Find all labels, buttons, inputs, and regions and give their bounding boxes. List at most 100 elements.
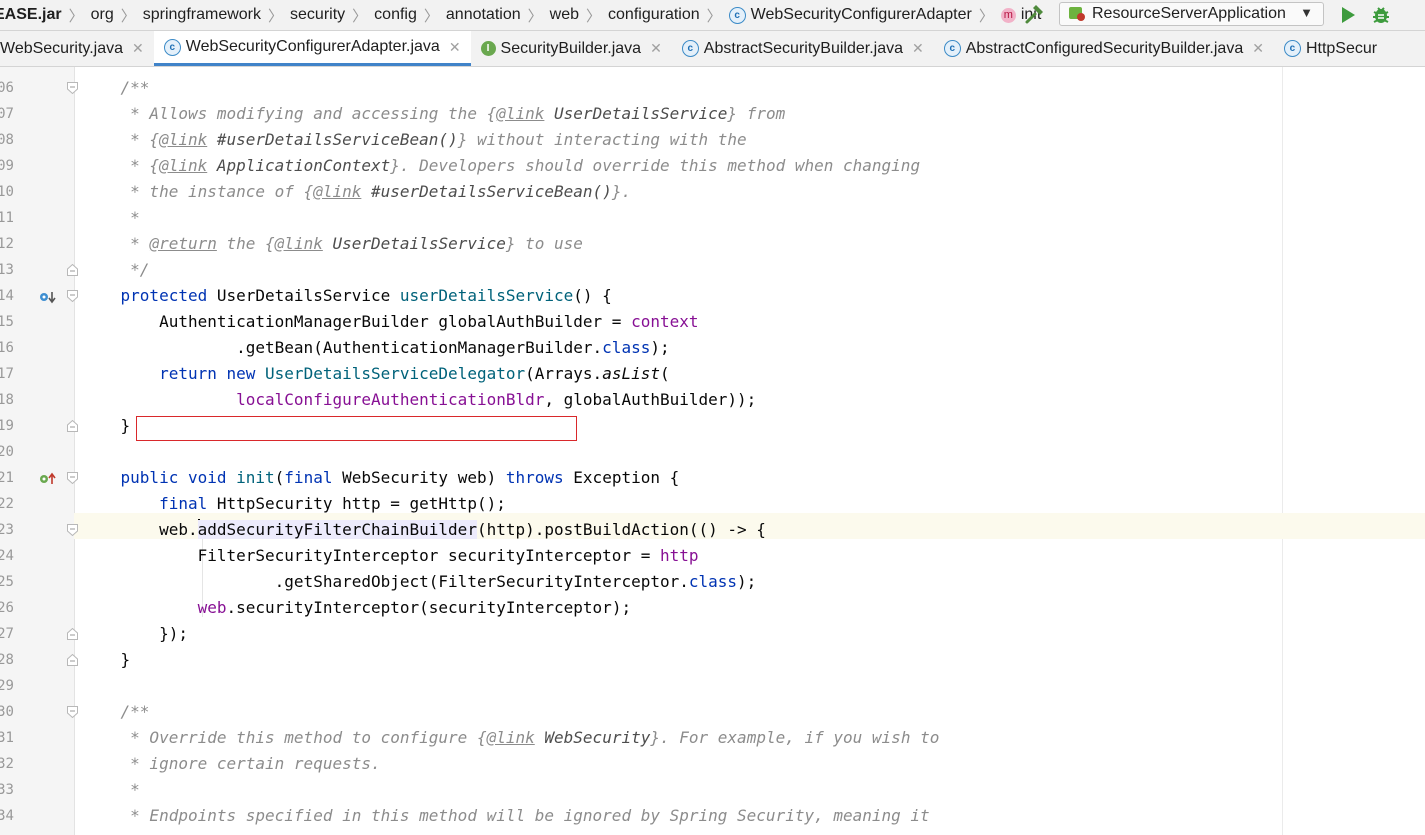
code-line: 309 * {@link ApplicationContext}. Develo… (0, 153, 1425, 179)
code-text[interactable]: final HttpSecurity http = getHttp(); (82, 491, 506, 517)
code-line: 320 (0, 439, 1425, 465)
code-text[interactable]: * Endpoints specified in this method wil… (82, 803, 930, 829)
fold-open-icon[interactable] (67, 472, 78, 484)
line-number: 321 (0, 470, 14, 486)
editor-tab[interactable]: c HttpSecur (1274, 31, 1387, 66)
code-text[interactable]: /** (82, 699, 150, 725)
breadcrumb-label: configuration (608, 6, 700, 23)
class-icon: c (681, 40, 699, 57)
line-number: 310 (0, 184, 14, 200)
fold-close-icon[interactable] (67, 264, 78, 276)
code-text[interactable]: * ignore certain requests. (82, 751, 380, 777)
fold-open-icon[interactable] (67, 706, 78, 718)
code-text[interactable]: .getSharedObject(FilterSecurityIntercept… (82, 569, 757, 595)
code-text[interactable]: * (82, 205, 140, 231)
breadcrumb: EASE.jar 〉 org 〉 springframework 〉 security 〉 co… (0, 5, 1041, 26)
code-text[interactable]: * {@link #userDetailsServiceBean()} with… (82, 127, 747, 153)
chevron-right-icon: 〉 (268, 7, 284, 25)
fold-open-icon[interactable] (67, 524, 78, 536)
hammer-build-icon[interactable] (1024, 4, 1046, 26)
run-configuration-select[interactable]: ResourceServerApplication ▼ (1059, 2, 1324, 26)
breadcrumb-item[interactable]: security (290, 6, 345, 24)
fold-close-icon[interactable] (67, 654, 78, 666)
code-text[interactable]: AuthenticationManagerBuilder globalAuthB… (82, 309, 698, 335)
code-text[interactable]: public void init(final WebSecurity web) … (82, 465, 680, 491)
code-text[interactable]: * Allows modifying and accessing the {@l… (82, 101, 785, 127)
close-icon[interactable]: ✕ (1252, 40, 1264, 57)
code-text[interactable]: .getBean(AuthenticationManagerBuilder.cl… (82, 335, 669, 361)
breadcrumb-item[interactable]: config (374, 6, 417, 24)
debug-icon[interactable] (1370, 4, 1392, 26)
editor-tab[interactable]: c AbstractConfiguredSecurityBuilder.java ✕ (934, 31, 1274, 66)
chevron-right-icon: 〉 (527, 7, 543, 25)
code-text[interactable]: * @return the {@link UserDetailsService}… (82, 231, 583, 257)
breadcrumb-item[interactable]: EASE.jar (0, 6, 62, 24)
code-text[interactable]: * {@link ApplicationContext}. Developers… (82, 153, 920, 179)
code-text[interactable]: web.addSecurityFilterChainBuilder(http).… (82, 517, 766, 543)
close-icon[interactable]: ✕ (132, 40, 144, 57)
code-text[interactable]: web.securityInterceptor(securityIntercep… (82, 595, 631, 621)
code-line: 325 .getSharedObject(FilterSecurityInter… (0, 569, 1425, 595)
class-icon: c (163, 38, 181, 56)
code-line: 326 web.securityInterceptor(securityInte… (0, 595, 1425, 621)
class-icon: c (943, 40, 961, 57)
code-line: 321 public void init(final WebSecurity w… (0, 465, 1425, 491)
breadcrumb-item[interactable]: annotation (446, 6, 521, 24)
line-number: 306 (0, 80, 14, 96)
breadcrumb-label: annotation (445, 6, 521, 23)
line-number: 308 (0, 132, 14, 148)
code-text[interactable]: }); (82, 621, 188, 647)
close-icon[interactable]: ✕ (650, 40, 662, 57)
code-text[interactable]: * (82, 777, 140, 803)
code-editor[interactable]: 306 /**307 * Allows modifying and access… (0, 67, 1425, 835)
chevron-right-icon: 〉 (352, 7, 368, 25)
code-text[interactable]: localConfigureAuthenticationBldr, global… (82, 387, 756, 413)
code-text[interactable]: return new UserDetailsServiceDelegator(A… (82, 361, 670, 387)
line-number: 320 (0, 444, 14, 460)
fold-close-icon[interactable] (67, 420, 78, 432)
breadcrumb-item[interactable]: web (550, 6, 579, 24)
code-line: 318 localConfigureAuthenticationBldr, gl… (0, 387, 1425, 413)
overrides-up-icon[interactable] (39, 472, 57, 486)
chevron-right-icon: 〉 (120, 7, 136, 25)
code-line: 313 */ (0, 257, 1425, 283)
tab-label: WebSecurityConfigurerAdapter.java (185, 38, 440, 55)
breadcrumb-item[interactable]: springframework (143, 6, 261, 24)
fold-close-icon[interactable] (67, 628, 78, 640)
code-line: 310 * the instance of {@link #userDetail… (0, 179, 1425, 205)
editor-tab[interactable]: c WebSecurityConfigurerAdapter.java ✕ (153, 31, 471, 66)
breadcrumb-item[interactable]: configuration (608, 6, 700, 24)
code-text[interactable]: } (82, 647, 131, 673)
implemented-down-icon[interactable] (39, 290, 57, 304)
code-line: 323 web.addSecurityFilterChainBuilder(ht… (0, 517, 1425, 543)
line-number: 324 (0, 548, 14, 564)
code-text[interactable]: * Override this method to configure {@li… (82, 725, 939, 751)
code-line: 314 protected UserDetailsService userDet… (0, 283, 1425, 309)
breadcrumb-item[interactable]: c WebSecurityConfigurerAdapter (728, 6, 972, 24)
editor-tab[interactable]: c AbstractSecurityBuilder.java ✕ (672, 31, 934, 66)
tab-label: SecurityBuilder.java (500, 39, 642, 57)
line-number: 334 (0, 808, 14, 824)
breadcrumb-item[interactable]: org (91, 6, 114, 24)
breadcrumb-label: security (290, 6, 346, 23)
run-icon[interactable] (1338, 5, 1358, 25)
breadcrumb-label: springframework (142, 6, 262, 23)
code-text[interactable]: */ (82, 257, 149, 283)
method-icon: m (1000, 7, 1016, 23)
line-number: 326 (0, 600, 14, 616)
close-icon[interactable]: ✕ (912, 40, 924, 57)
code-text[interactable]: * the instance of {@link #userDetailsSer… (82, 179, 631, 205)
code-text[interactable]: /** (82, 75, 150, 101)
editor-tab[interactable]: I SecurityBuilder.java ✕ (471, 31, 672, 66)
class-icon: c (1283, 40, 1301, 57)
code-text[interactable]: protected UserDetailsService userDetails… (82, 283, 612, 309)
code-line: 315 AuthenticationManagerBuilder globalA… (0, 309, 1425, 335)
fold-open-icon[interactable] (67, 290, 78, 302)
code-text[interactable]: FilterSecurityInterceptor securityInterc… (82, 543, 699, 569)
code-text[interactable]: } (82, 413, 131, 439)
line-number: 323 (0, 522, 14, 538)
code-line: 317 return new UserDetailsServiceDelegat… (0, 361, 1425, 387)
close-icon[interactable]: ✕ (449, 39, 461, 56)
fold-open-icon[interactable] (67, 82, 78, 94)
editor-tab[interactable]: WebSecurity.java ✕ (0, 31, 154, 66)
